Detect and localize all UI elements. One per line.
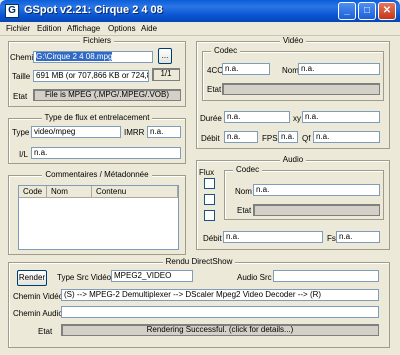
fourcc-field[interactable]: n.a.	[222, 63, 270, 75]
audio-debit-field[interactable]: n.a.	[223, 231, 323, 243]
chemin-video-field[interactable]: (S) --> MPEG-2 Demultiplexer --> DScaler…	[61, 289, 379, 301]
audio-nom-label: Nom	[235, 187, 252, 196]
fps-field[interactable]: n.a.	[278, 131, 298, 143]
il-field[interactable]: n.a.	[31, 147, 181, 159]
video-legend: Vidéo	[279, 36, 307, 45]
menu-edition[interactable]: Edition	[37, 24, 61, 33]
chemin-value: G:\Cirque 2 4 08.mpg	[36, 52, 113, 61]
chemin-field[interactable]: G:\Cirque 2 4 08.mpg	[33, 51, 153, 63]
type-label: Type	[12, 128, 30, 137]
menu-aide[interactable]: Aide	[141, 24, 157, 33]
menu-bar: Fichier Edition Affichage Options Aide	[0, 22, 400, 36]
type-src-field[interactable]: MPEG2_VIDEO	[111, 270, 193, 282]
flux-label: Flux	[199, 168, 215, 177]
maximize-button[interactable]: □	[358, 2, 376, 20]
video-nom-field[interactable]: n.a.	[298, 63, 380, 75]
close-button[interactable]: ✕	[378, 2, 396, 20]
imrr-label: IMRR	[124, 128, 145, 137]
menu-options[interactable]: Options	[108, 24, 136, 33]
audio-stream-checkbox-3[interactable]	[204, 210, 215, 221]
chemin-audio-field[interactable]	[61, 306, 379, 318]
minimize-button[interactable]: _	[338, 2, 356, 20]
video-etat-label: Etat	[207, 85, 222, 94]
render-button[interactable]: Render	[17, 270, 47, 286]
column-code[interactable]: Code	[19, 186, 47, 198]
fichiers-etat-value: File is MPEG (.MPG/.MPEG/.VOB)	[33, 89, 181, 101]
chemin-audio-label: Chemin Audio	[13, 309, 63, 318]
fps-label: FPS	[262, 134, 278, 143]
chemin-video-label: Chemin Vidéo	[13, 292, 64, 301]
video-codec-legend: Codec	[211, 46, 241, 55]
type-src-label: Type Src Vidéo	[57, 273, 112, 282]
fichiers-legend: Fichiers	[79, 36, 114, 45]
qf-field[interactable]: n.a.	[313, 131, 380, 143]
duree-field[interactable]: n.a.	[224, 111, 290, 123]
audio-etat-value	[253, 204, 380, 216]
title-bar[interactable]: G GSpot v2.21: Cirque 2 4 08 _ □ ✕	[0, 0, 400, 22]
xy-field[interactable]: n.a.	[302, 111, 380, 123]
il-label: I/L	[19, 150, 28, 159]
fichiers-etat-label: Etat	[13, 92, 28, 101]
taille-field[interactable]: 691 MB (or 707,866 KB or 724,85	[33, 70, 149, 82]
page-indicator: 1/1	[152, 68, 180, 81]
browse-button[interactable]: ...	[158, 48, 172, 64]
menu-affichage[interactable]: Affichage	[67, 24, 100, 33]
imrr-field[interactable]: n.a.	[147, 126, 181, 138]
video-debit-field[interactable]: n.a.	[224, 131, 258, 143]
rendu-legend: Rendu DirectShow	[162, 257, 236, 266]
audio-debit-label: Débit	[203, 234, 222, 243]
audio-codec-legend: Codec	[233, 165, 263, 174]
taille-label: Taille	[12, 72, 31, 81]
fourcc-label: 4CC	[207, 66, 224, 75]
video-etat-value	[222, 83, 380, 95]
audio-src-label: Audio Src	[237, 273, 272, 282]
video-nom-label: Nom	[282, 66, 299, 75]
column-nom[interactable]: Nom	[47, 186, 92, 198]
audio-nom-field[interactable]: n.a.	[253, 184, 380, 196]
type-field[interactable]: video/mpeg	[31, 126, 121, 138]
audio-src-field[interactable]	[273, 270, 379, 282]
commentaires-legend: Commentaires / Métadonnée	[42, 170, 152, 179]
fs-label: Fs	[327, 234, 336, 243]
type-flux-legend: Type de flux et entrelacement	[41, 113, 153, 122]
audio-stream-checkbox-1[interactable]	[204, 178, 215, 189]
video-debit-label: Débit	[201, 134, 220, 143]
audio-stream-checkbox-2[interactable]	[204, 194, 215, 205]
fs-field[interactable]: n.a.	[336, 231, 380, 243]
metadata-list[interactable]: Code Nom Contenu	[18, 185, 179, 250]
xy-label: xy	[293, 114, 301, 123]
rendu-etat-button[interactable]: Rendering Successful. (click for details…	[61, 324, 379, 336]
audio-etat-label: Etat	[237, 206, 252, 215]
qf-label: Qf	[302, 134, 311, 143]
duree-label: Durée	[200, 114, 222, 123]
menu-fichier[interactable]: Fichier	[6, 24, 30, 33]
app-icon[interactable]: G	[5, 4, 19, 18]
window-title: GSpot v2.21: Cirque 2 4 08	[24, 4, 163, 16]
rendu-etat-label: Etat	[38, 327, 53, 336]
column-contenu[interactable]: Contenu	[92, 186, 178, 198]
audio-legend: Audio	[279, 155, 307, 164]
